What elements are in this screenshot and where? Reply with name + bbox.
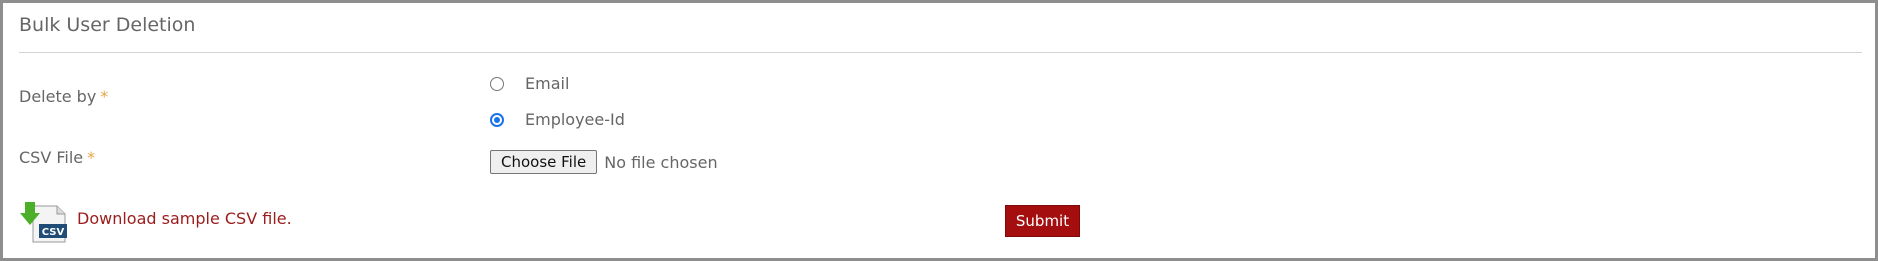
csv-icon-text: CSV bbox=[42, 227, 65, 238]
employee-id-radio-label[interactable]: Employee-Id bbox=[525, 110, 625, 129]
download-sample-link[interactable]: Download sample CSV file. bbox=[77, 209, 292, 228]
file-status-text: No file chosen bbox=[604, 152, 718, 172]
delete-by-label: Delete by * bbox=[19, 87, 108, 106]
required-marker: * bbox=[100, 87, 109, 106]
employee-id-radio[interactable] bbox=[490, 112, 504, 127]
required-marker: * bbox=[87, 148, 96, 167]
bulk-user-deletion-panel: Bulk User Deletion Delete by * Email Empl… bbox=[0, 0, 1878, 261]
choose-file-button[interactable]: Choose File bbox=[490, 150, 598, 174]
title-divider bbox=[19, 52, 1862, 53]
page-title: Bulk User Deletion bbox=[19, 14, 196, 36]
csv-file-input[interactable]: Choose File No file chosen bbox=[490, 150, 718, 174]
csv-download-icon[interactable]: CSV bbox=[19, 200, 73, 244]
delete-by-label-text: Delete by bbox=[19, 87, 97, 106]
radio-option-email[interactable]: Email bbox=[490, 74, 569, 93]
csv-file-label-text: CSV File bbox=[19, 148, 84, 167]
csv-file-label: CSV File * bbox=[19, 148, 95, 167]
email-radio-label[interactable]: Email bbox=[525, 74, 569, 93]
radio-option-employee-id[interactable]: Employee-Id bbox=[490, 110, 625, 129]
submit-button[interactable]: Submit bbox=[1005, 205, 1080, 237]
email-radio[interactable] bbox=[490, 76, 504, 91]
